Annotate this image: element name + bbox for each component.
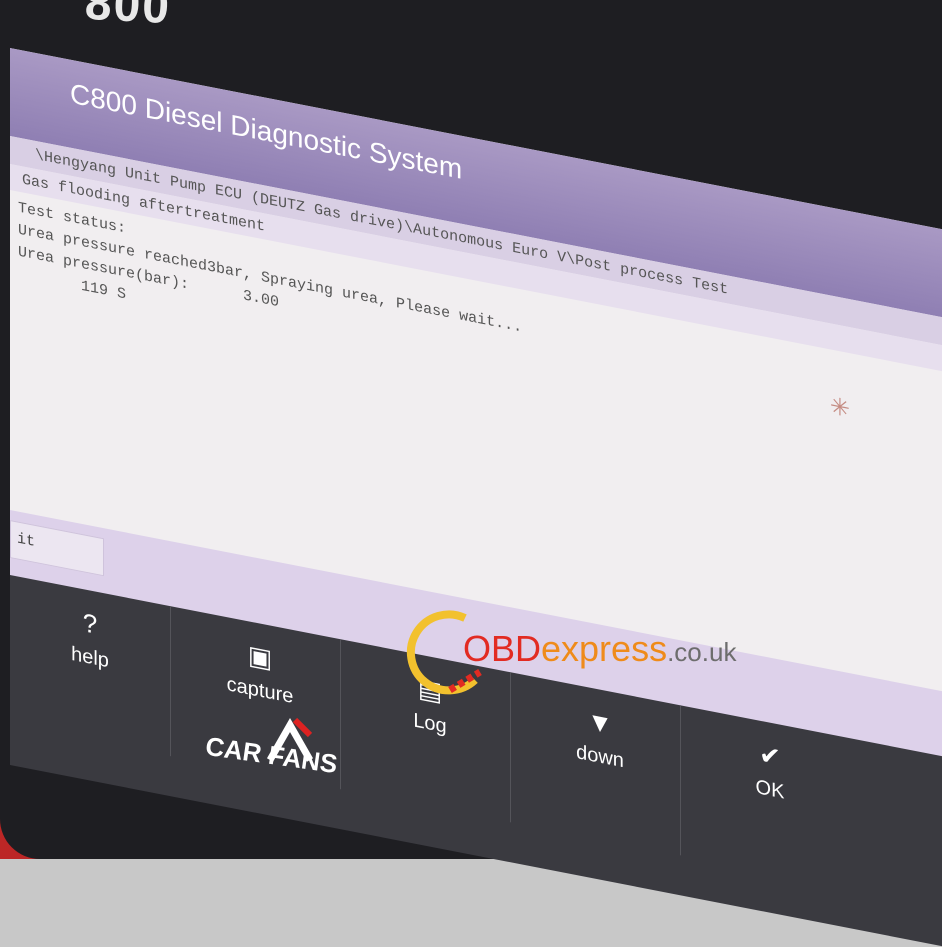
watermark-domain: .co.uk (667, 637, 737, 667)
device-body: 800 C800 Diesel Diagnostic System \Hengy… (0, 0, 942, 947)
help-button[interactable]: ? help (10, 575, 171, 757)
device-model-label: 800 (83, 0, 173, 35)
watermark-text: OBDexpress.co.uk (463, 628, 736, 670)
exit-button-label: it (17, 530, 36, 551)
watermark-obd: OBD (463, 628, 542, 669)
watermark: OBDexpress.co.uk (395, 600, 795, 700)
down-button[interactable]: ▼ down (520, 674, 681, 856)
exit-button[interactable]: it (10, 520, 104, 577)
loading-spinner-icon: ✳ (829, 394, 850, 426)
watermark-express: express (541, 628, 668, 669)
ok-button[interactable]: ✔ OK (690, 707, 850, 888)
